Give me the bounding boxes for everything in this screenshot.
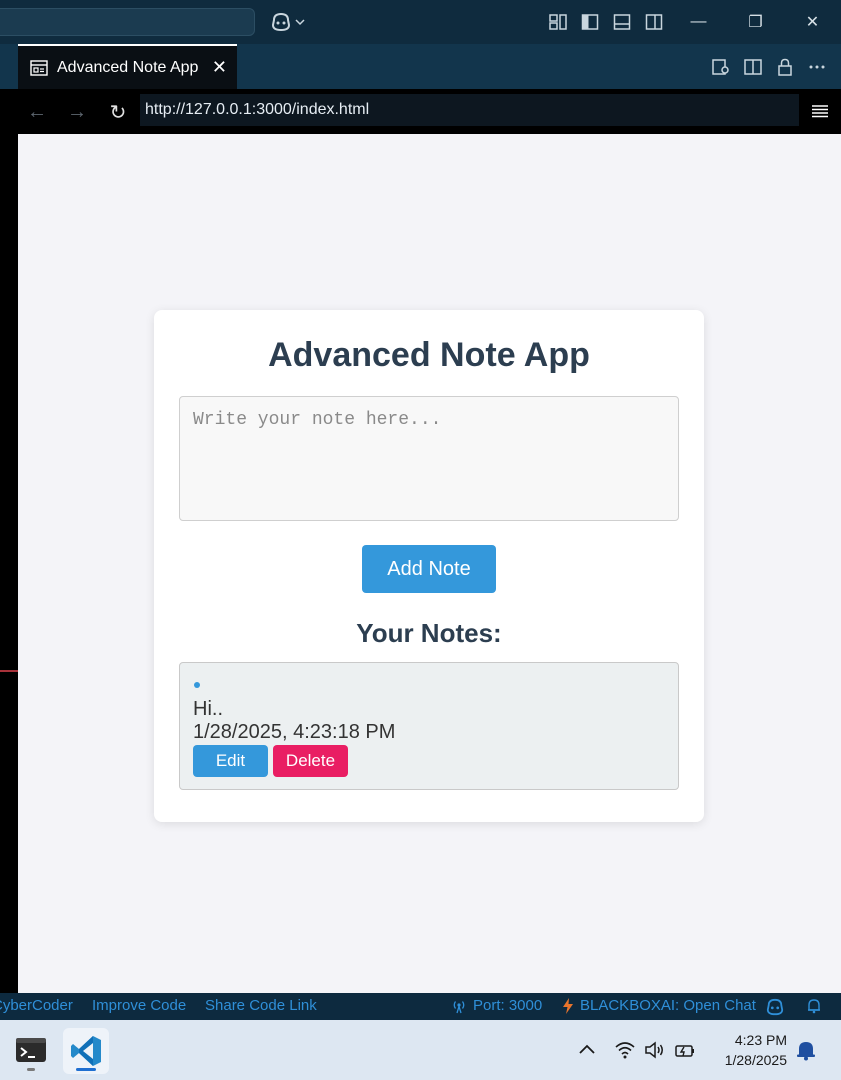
editor-gutter-strip [0, 134, 18, 993]
split-editor-icon[interactable] [741, 55, 765, 79]
copilot-menu-button[interactable] [270, 10, 305, 34]
close-tab-icon[interactable]: ✕ [212, 57, 227, 78]
notes-list: Hi.. 1/28/2025, 4:23:18 PM Edit Delete [179, 662, 679, 790]
minimize-icon: — [690, 13, 707, 30]
tab-label: Advanced Note App [57, 58, 199, 76]
note-timestamp: 1/28/2025, 4:23:18 PM [193, 721, 396, 743]
edit-note-button[interactable]: Edit [193, 745, 268, 777]
notes-heading: Your Notes: [356, 618, 502, 648]
browser-menu-button[interactable] [807, 97, 833, 125]
status-item-port[interactable]: Port: 3000 [451, 997, 542, 1014]
taskbar-indicator [27, 1068, 35, 1071]
battery-charging-icon [675, 1045, 694, 1057]
broadcast-icon [453, 1000, 465, 1013]
note-app-container: Advanced Note App Add Note Your Notes: H… [154, 310, 704, 822]
status-item-blackbox[interactable]: BLACKBOXAI: Open Chat [562, 997, 756, 1014]
customize-layout-icon[interactable] [542, 0, 574, 44]
copilot-status-icon[interactable] [765, 998, 785, 1016]
toggle-panel-icon[interactable] [606, 0, 638, 44]
restore-button[interactable]: ❐ [727, 0, 784, 44]
address-bar[interactable]: http://127.0.0.1:3000/index.html [140, 94, 799, 126]
terminal-icon [16, 1038, 46, 1062]
note-textarea[interactable] [179, 396, 679, 521]
status-item-share-code-link[interactable]: Share Code Link [205, 997, 317, 1014]
add-note-button[interactable]: Add Note [362, 545, 496, 593]
clock-date: 1/28/2025 [724, 1052, 787, 1068]
copilot-icon [271, 12, 291, 32]
toggle-secondary-sidebar-icon[interactable] [638, 0, 670, 44]
forward-button[interactable]: → [62, 97, 92, 127]
list-bullet-icon [194, 682, 200, 688]
lock-icon[interactable] [773, 55, 797, 79]
close-window-button[interactable]: ✕ [784, 0, 841, 44]
open-preview-to-side-icon[interactable] [709, 55, 733, 79]
tab-advanced-note-app[interactable]: Advanced Note App ✕ [18, 44, 237, 89]
speaker-icon [645, 1041, 663, 1059]
blackbox-label: BLACKBOXAI: Open Chat [580, 997, 756, 1014]
close-icon: ✕ [805, 14, 820, 31]
arrow-right-icon: → [67, 100, 87, 123]
system-tray[interactable] [614, 1020, 696, 1080]
reload-button[interactable]: ↻ [103, 97, 133, 127]
note-text: Hi.. [193, 698, 223, 720]
page-title: Advanced Note App [268, 336, 590, 374]
command-center-search[interactable] [0, 8, 255, 36]
status-item-cybercoder[interactable]: CyberCoder [0, 997, 73, 1014]
port-label: Port: 3000 [473, 997, 543, 1014]
taskbar-active-indicator [76, 1068, 96, 1071]
browser-preview-icon [30, 59, 48, 76]
hamburger-menu-icon [812, 105, 828, 118]
vscode-icon [71, 1036, 101, 1066]
editor-tab-bar: Advanced Note App ✕ [0, 44, 841, 89]
taskbar-terminal[interactable] [8, 1028, 54, 1074]
bell-icon [797, 1042, 815, 1061]
chevron-up-icon [579, 1044, 595, 1054]
show-hidden-icons-button[interactable] [576, 1020, 598, 1080]
minimize-button[interactable]: — [670, 0, 727, 44]
delete-note-button[interactable]: Delete [273, 745, 348, 777]
page-viewport: Advanced Note App Add Note Your Notes: H… [18, 134, 841, 993]
os-taskbar: 4:23 PM 1/28/2025 [0, 1020, 841, 1080]
chevron-down-icon [295, 19, 305, 26]
taskbar-clock[interactable]: 4:23 PM 1/28/2025 [725, 1030, 787, 1070]
toggle-primary-sidebar-icon[interactable] [574, 0, 606, 44]
reload-icon: ↻ [109, 101, 127, 124]
window-title-bar: — ❐ ✕ [0, 0, 841, 44]
wifi-icon [615, 1042, 635, 1059]
notification-center-button[interactable] [795, 1020, 817, 1080]
status-item-improve-code[interactable]: Improve Code [92, 997, 186, 1014]
browser-toolbar: ← → ↻ http://127.0.0.1:3000/index.html [0, 89, 841, 134]
gutter-marker [0, 670, 18, 672]
arrow-left-icon: ← [27, 100, 47, 123]
more-actions-icon[interactable] [805, 55, 829, 79]
restore-icon: ❐ [748, 14, 763, 31]
back-button[interactable]: ← [22, 97, 52, 127]
notifications-bell-icon[interactable] [806, 998, 822, 1014]
status-bar: CyberCoder Improve Code Share Code Link … [0, 993, 841, 1020]
taskbar-vscode[interactable] [63, 1028, 109, 1074]
lightning-icon [563, 997, 573, 1014]
clock-time: 4:23 PM [734, 1032, 787, 1048]
